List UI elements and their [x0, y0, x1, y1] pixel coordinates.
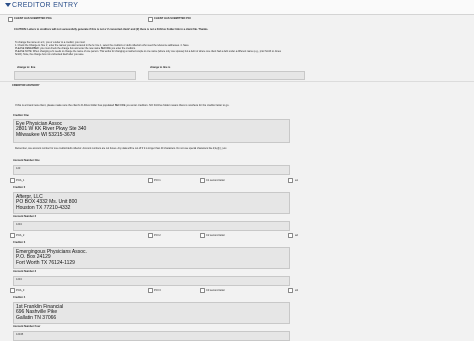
creditor-1-address-field[interactable]: Eye Physician Assoc 2801 W KK River Pkwy…: [13, 119, 290, 143]
poi-3-checkbox[interactable]: [148, 288, 153, 293]
second-letter-2-checkbox[interactable]: [200, 233, 205, 238]
creditor-3-address-field[interactable]: Emergingous Physicians Assoc. P.O. Box 2…: [13, 247, 290, 269]
a3-checkbox[interactable]: [288, 288, 293, 293]
change-to-line1-label: change to: line: [17, 66, 36, 69]
change-to-line1-input[interactable]: [14, 71, 136, 80]
creditor-2-address: Afterpr, LLC PO BOX 4332 Ms. Unit 800 Ho…: [16, 194, 78, 211]
section-title: CREDITOR ENTRY: [12, 2, 79, 9]
a2-label: a2: [295, 234, 298, 237]
account-4-label: Account Number Four: [13, 325, 41, 328]
account-3-label: Account Number 3: [13, 270, 37, 273]
poi-2-checkbox[interactable]: [148, 233, 153, 238]
instructions-block: To change the name on a fc, you or a let…: [15, 41, 285, 56]
second-letter-3-label: C3 second letter: [206, 289, 225, 292]
creditor-3-address: Emergingous Physicians Assoc. P.O. Box 2…: [16, 249, 87, 266]
poa-2-label: POA_2: [16, 234, 25, 237]
creditor-4-address: 1st Franklin Financial 696 Nashville Pik…: [16, 304, 64, 321]
change-to-line2-label: change to line is: [150, 66, 171, 69]
a1-label: a1: [295, 179, 298, 182]
poa-3-checkbox[interactable]: [10, 288, 15, 293]
a2-checkbox[interactable]: [288, 233, 293, 238]
a1-checkbox[interactable]: [288, 178, 293, 183]
account-3-input[interactable]: 1234: [13, 276, 290, 286]
account-2-value: 1234: [16, 223, 22, 226]
poi-2-label: POI 2: [154, 234, 161, 237]
account-2-label: Account Number 2: [13, 215, 37, 218]
poi-1-checkbox[interactable]: [148, 178, 153, 183]
creditor-4-label: Creditor 4: [13, 296, 26, 299]
advisory-heading: CREDITOR ADVISORY: [12, 84, 40, 87]
poa-3-label: POA_3: [16, 289, 25, 292]
account-1-label: Account Number One: [13, 159, 40, 162]
poa-1-checkbox[interactable]: [10, 178, 15, 183]
poa-2-checkbox[interactable]: [10, 233, 15, 238]
account-1-input[interactable]: 123: [13, 165, 290, 175]
creditor-2-address-field[interactable]: Afterpr, LLC PO BOX 4332 Ms. Unit 800 Ho…: [13, 192, 290, 214]
poa-submitted-label: CLIENT HAS SUBMITTED POA: [14, 17, 52, 20]
second-letter-1-label: C1 second letter: [206, 179, 225, 182]
caution-text: CAUTION: Letters to creditors will not s…: [14, 28, 209, 31]
second-letter-2-label: C2 second letter: [206, 234, 225, 237]
account-note: Remember, one account number for one cre…: [15, 147, 228, 150]
poi-3-label: POI 3: [154, 289, 161, 292]
divider: [0, 81, 474, 82]
poi-submitted-label: CLIENT HAS SUBMITTED POI: [154, 17, 191, 20]
a3-label: a3: [295, 289, 298, 292]
chevron-down-icon[interactable]: [5, 3, 11, 7]
creditor-2-label: Creditor 2: [13, 186, 26, 189]
creditor-3-label: Creditor 3: [13, 241, 26, 244]
poa-1-label: POA_1: [16, 179, 25, 182]
change-to-line2-input[interactable]: [148, 71, 305, 80]
account-1-value: 123: [16, 167, 21, 170]
account-2-input[interactable]: 1234: [13, 221, 290, 231]
second-letter-1-checkbox[interactable]: [200, 178, 205, 183]
creditor-4-address-field[interactable]: 1st Franklin Financial 696 Nashville Pik…: [13, 302, 290, 324]
creditor-1-address: Eye Physician Assoc 2801 W KK River Pkwy…: [16, 121, 87, 138]
advisory-text: If this is a brand new client, please ma…: [15, 104, 230, 107]
instruction-line: PLEASE NOTE: When changing a fc needs to…: [15, 50, 281, 56]
poa-submitted-checkbox[interactable]: [8, 17, 13, 22]
account-3-value: 1234: [16, 278, 22, 281]
poi-submitted-checkbox[interactable]: [148, 17, 153, 22]
account-4-value: 12345: [16, 333, 24, 336]
creditor-1-label: Creditor One: [13, 114, 29, 117]
poi-1-label: POI 1: [154, 179, 161, 182]
section-header[interactable]: CREDITOR ENTRY: [0, 0, 474, 15]
second-letter-3-checkbox[interactable]: [200, 288, 205, 293]
